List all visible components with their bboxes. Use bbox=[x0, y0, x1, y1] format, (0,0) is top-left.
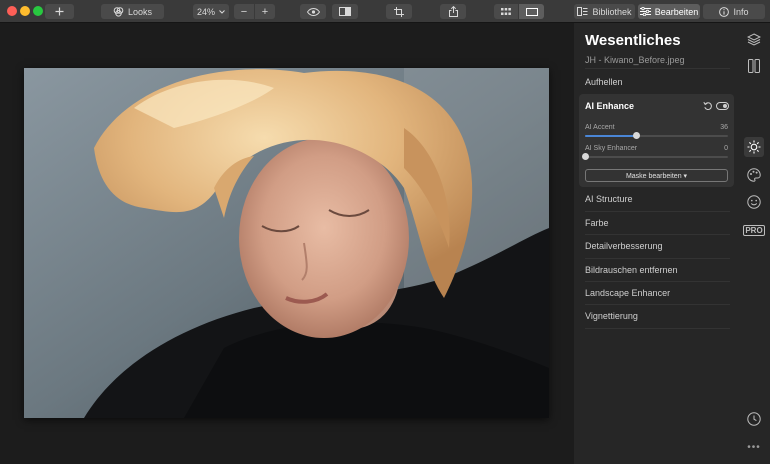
crop-icon bbox=[394, 6, 404, 17]
ai-enhance-card: AI Enhance AI Accent 36 AI Sky Enhancer … bbox=[579, 94, 734, 187]
tab-info[interactable]: Info bbox=[703, 4, 765, 19]
section-vignettierung[interactable]: Vignettierung bbox=[585, 305, 730, 327]
zoom-in-button[interactable]: + bbox=[255, 4, 275, 19]
single-image-icon bbox=[525, 7, 538, 16]
grid-view-button[interactable] bbox=[494, 4, 518, 19]
minimize-window-button[interactable] bbox=[20, 6, 30, 16]
ai-accent-label: AI Accent bbox=[585, 124, 615, 131]
section-label: Farbe bbox=[585, 218, 609, 228]
section-aufhellen[interactable]: Aufhellen bbox=[585, 71, 730, 93]
section-label: AI Structure bbox=[585, 194, 633, 204]
ai-accent-value: 36 bbox=[720, 124, 728, 131]
ai-enhance-title[interactable]: AI Enhance bbox=[585, 101, 634, 111]
preview-button[interactable] bbox=[300, 4, 326, 19]
layers-button[interactable] bbox=[744, 29, 764, 49]
split-view-icon bbox=[339, 7, 351, 16]
layers-icon bbox=[747, 32, 761, 46]
slider-thumb[interactable] bbox=[582, 153, 589, 160]
sliders-icon bbox=[639, 7, 651, 16]
zoom-step-group: − + bbox=[234, 4, 275, 19]
more-icon: ••• bbox=[747, 441, 761, 453]
add-button[interactable] bbox=[45, 4, 74, 19]
section-label: Aufhellen bbox=[585, 77, 623, 87]
eye-icon bbox=[306, 7, 320, 16]
section-label: Detailverbesserung bbox=[585, 241, 663, 251]
tool-rail: PRO ••• bbox=[738, 23, 770, 464]
panel-title: Wesentliches bbox=[585, 32, 681, 49]
zoom-select[interactable]: 24% bbox=[193, 4, 229, 19]
history-button[interactable] bbox=[744, 409, 764, 429]
section-detailverbesserung[interactable]: Detailverbesserung bbox=[585, 235, 730, 257]
section-label: Bildrauschen entfernen bbox=[585, 265, 678, 275]
section-label: Landscape Enhancer bbox=[585, 288, 671, 298]
edit-mask-button[interactable]: Maske bearbeiten ▾ bbox=[585, 169, 728, 182]
section-farbe[interactable]: Farbe bbox=[585, 212, 730, 234]
slider-fill bbox=[585, 135, 637, 137]
info-icon bbox=[719, 6, 730, 17]
photo-preview[interactable] bbox=[24, 68, 549, 418]
adjustments-panel: Wesentliches JH - Kiwano_Before.jpeg Auf… bbox=[574, 23, 738, 464]
single-view-button[interactable] bbox=[519, 4, 544, 19]
palette-icon bbox=[747, 168, 761, 182]
section-label: Vignettierung bbox=[585, 311, 638, 321]
looks-icon bbox=[113, 6, 124, 17]
tab-bibliothek[interactable]: Bibliothek bbox=[574, 4, 635, 19]
edit-mask-label: Maske bearbeiten ▾ bbox=[625, 172, 688, 180]
sun-icon bbox=[747, 140, 761, 154]
zoom-value: 24% bbox=[196, 6, 215, 17]
reset-icon[interactable] bbox=[703, 101, 713, 111]
ai-sky-enhancer-value: 0 bbox=[724, 145, 728, 152]
file-name: JH - Kiwano_Before.jpeg bbox=[585, 55, 685, 65]
grid-icon bbox=[501, 8, 511, 15]
pro-button[interactable]: PRO bbox=[743, 220, 765, 240]
tab-info-label: Info bbox=[733, 6, 749, 17]
chevron-down-icon bbox=[219, 9, 225, 14]
section-bildrauschen-entfernen[interactable]: Bildrauschen entfernen bbox=[585, 259, 730, 281]
plus-icon: + bbox=[261, 5, 269, 18]
creative-button[interactable] bbox=[744, 165, 764, 185]
canvas-tools-button[interactable] bbox=[744, 56, 764, 76]
minus-icon: − bbox=[240, 5, 248, 18]
close-window-button[interactable] bbox=[7, 6, 17, 16]
slider-thumb[interactable] bbox=[633, 132, 641, 139]
image-canvas[interactable] bbox=[0, 23, 574, 464]
ai-sky-enhancer-slider[interactable] bbox=[582, 153, 728, 160]
ai-sky-enhancer-label: AI Sky Enhancer bbox=[585, 145, 638, 152]
essentials-button[interactable] bbox=[744, 137, 764, 157]
tab-bearbeiten-label: Bearbeiten bbox=[654, 6, 699, 17]
ai-accent-slider[interactable] bbox=[585, 132, 728, 139]
share-icon bbox=[448, 6, 458, 17]
section-ai-structure[interactable]: AI Structure bbox=[585, 188, 730, 210]
portrait-photo bbox=[24, 68, 549, 418]
canvas-icon bbox=[748, 59, 760, 73]
ai-enhance-toggle[interactable] bbox=[716, 102, 729, 110]
zoom-window-button[interactable] bbox=[33, 6, 43, 16]
tab-bibliothek-label: Bibliothek bbox=[592, 6, 632, 17]
clock-icon bbox=[747, 412, 761, 426]
looks-label: Looks bbox=[127, 6, 153, 17]
plus-icon bbox=[55, 7, 64, 16]
looks-button[interactable]: Looks bbox=[101, 4, 164, 19]
face-icon bbox=[747, 195, 761, 209]
divider bbox=[585, 68, 730, 69]
crop-button[interactable] bbox=[386, 4, 412, 19]
share-button[interactable] bbox=[440, 4, 466, 19]
divider bbox=[585, 328, 730, 329]
portrait-button[interactable] bbox=[744, 192, 764, 212]
toolbar: Looks 24% − + Bibliothek Bearbeiten Info bbox=[0, 0, 770, 23]
tab-bearbeiten[interactable]: Bearbeiten bbox=[638, 4, 700, 19]
more-button[interactable]: ••• bbox=[744, 437, 764, 457]
pro-icon: PRO bbox=[743, 224, 765, 236]
library-icon bbox=[577, 7, 588, 16]
zoom-out-button[interactable]: − bbox=[234, 4, 254, 19]
compare-button[interactable] bbox=[332, 4, 358, 19]
section-landscape-enhancer[interactable]: Landscape Enhancer bbox=[585, 282, 730, 304]
